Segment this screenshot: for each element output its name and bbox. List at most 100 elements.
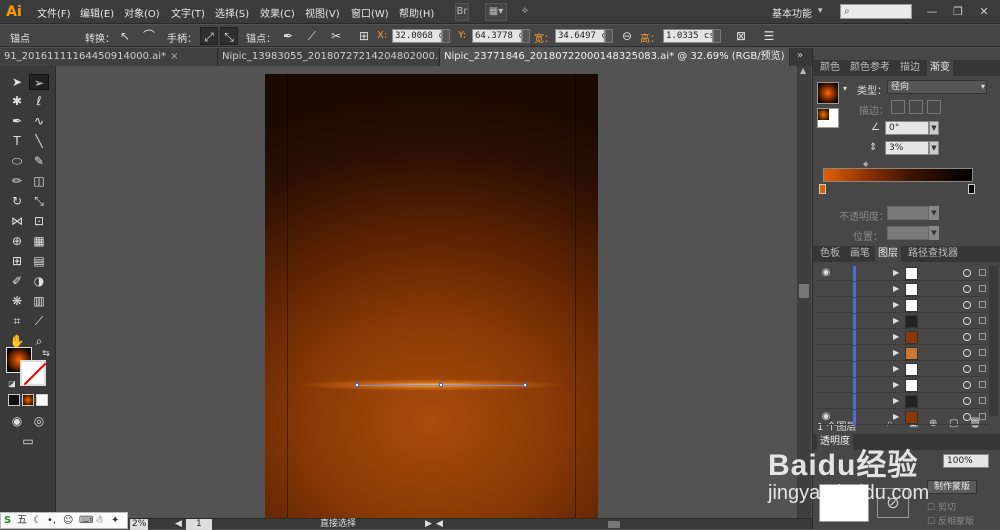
selection-indicator[interactable]: [979, 349, 986, 356]
chevron-down-icon[interactable]: ▼: [929, 226, 939, 240]
opacity-field[interactable]: [887, 206, 929, 220]
prev-artboard-icon[interactable]: ◀: [175, 519, 182, 530]
expand-arrow-icon[interactable]: ▶: [893, 396, 901, 406]
visibility-eye-icon[interactable]: [819, 283, 833, 295]
visibility-eye-icon[interactable]: [819, 363, 833, 375]
tab-gradient[interactable]: 渐变: [927, 60, 953, 76]
search-input[interactable]: ⌕: [840, 4, 912, 19]
height-field[interactable]: 1.0335 cs: [663, 29, 713, 43]
midpoint-marker-icon[interactable]: ◆: [863, 160, 868, 168]
menu-window[interactable]: 窗口(W): [351, 5, 389, 20]
layers-scrollbar[interactable]: [989, 266, 998, 416]
anchor-point[interactable]: [523, 383, 527, 387]
anchor-point[interactable]: [439, 383, 443, 387]
target-circle-icon[interactable]: [963, 381, 971, 389]
ime-mode[interactable]: 五: [17, 514, 27, 528]
tools-icon[interactable]: ✦: [111, 514, 119, 528]
layer-row[interactable]: ◉ ▶: [817, 410, 989, 425]
tab-swatches[interactable]: 色板: [817, 246, 843, 262]
panel-menu-icon[interactable]: ☰: [760, 27, 778, 45]
make-mask-button[interactable]: 制作蒙版: [927, 480, 977, 494]
menu-help[interactable]: 帮助(H): [399, 5, 434, 20]
close-icon[interactable]: ×: [789, 48, 790, 66]
clip-checkbox[interactable]: ☐ 剪切: [927, 500, 956, 513]
none-mode-icon[interactable]: [36, 394, 48, 406]
visibility-eye-icon[interactable]: [819, 379, 833, 391]
scroll-thumb[interactable]: [799, 284, 809, 298]
perspective-grid-icon[interactable]: ▦: [29, 233, 49, 249]
target-circle-icon[interactable]: [963, 365, 971, 373]
status-menu-icon[interactable]: ▶: [425, 519, 432, 530]
rotate-tool-icon[interactable]: ↻: [7, 193, 27, 209]
gpu-performance-icon[interactable]: ⟡: [515, 3, 535, 21]
target-circle-icon[interactable]: [963, 301, 971, 309]
zoom-level[interactable]: 2%: [130, 519, 149, 530]
hide-handles-icon[interactable]: ⤡: [220, 27, 238, 45]
hscroll-left-icon[interactable]: ◀: [436, 519, 443, 530]
hscroll-thumb[interactable]: [608, 521, 620, 528]
selection-indicator[interactable]: [979, 397, 986, 404]
target-circle-icon[interactable]: [963, 397, 971, 405]
tab-document-2[interactable]: Nipic_13983055_20180727214204802000.ai*×: [218, 48, 440, 66]
tab-pathfinder[interactable]: 路径查找器: [905, 246, 961, 262]
visibility-eye-icon[interactable]: [819, 331, 833, 343]
expand-arrow-icon[interactable]: ▶: [893, 300, 901, 310]
layer-row[interactable]: ▶: [817, 298, 989, 313]
layer-row[interactable]: ▶: [817, 362, 989, 377]
anchor-point[interactable]: [355, 383, 359, 387]
tab-layers[interactable]: 图层: [875, 246, 901, 262]
selection-indicator[interactable]: [979, 317, 986, 324]
keyboard-icon[interactable]: ⌨: [79, 514, 93, 528]
angle-field[interactable]: 0°: [885, 121, 929, 135]
draw-behind-icon[interactable]: ◎: [29, 413, 49, 429]
menu-effect[interactable]: 效果(C): [260, 5, 295, 20]
close-icon[interactable]: ✕: [974, 4, 994, 20]
width-tool-icon[interactable]: ⋈: [7, 213, 27, 229]
target-circle-icon[interactable]: [963, 333, 971, 341]
lasso-icon[interactable]: ℓ: [29, 93, 49, 109]
vertical-scrollbar[interactable]: ▲: [797, 66, 811, 518]
fill-stroke-mini-icon[interactable]: [817, 108, 839, 128]
selection-indicator[interactable]: [979, 301, 986, 308]
target-circle-icon[interactable]: [963, 285, 971, 293]
expand-arrow-icon[interactable]: ▶: [893, 268, 901, 278]
canvas[interactable]: [57, 66, 797, 519]
selection-indicator[interactable]: [979, 381, 986, 388]
maximize-icon[interactable]: ❐: [948, 4, 968, 20]
workspace-switcher[interactable]: 基本功能: [772, 5, 812, 20]
expand-arrow-icon[interactable]: ▶: [893, 284, 901, 294]
menu-file[interactable]: 文件(F): [37, 5, 71, 20]
gradient-slider[interactable]: [823, 168, 973, 182]
invert-mask-checkbox[interactable]: ☐ 反相蒙版: [927, 514, 974, 527]
visibility-eye-icon[interactable]: ◉: [819, 267, 833, 279]
ellipse-tool-icon[interactable]: ⬭: [7, 153, 27, 169]
tab-document-active[interactable]: Nipic_23771846_20180722000148325083.ai* …: [440, 48, 790, 66]
expand-arrow-icon[interactable]: ▶: [893, 412, 901, 422]
target-circle-icon[interactable]: [963, 413, 971, 421]
eyedropper-icon[interactable]: ✐: [7, 273, 27, 289]
convert-to-corner-icon[interactable]: ↖: [116, 27, 134, 45]
bridge-button[interactable]: Br: [455, 3, 469, 21]
eraser-icon[interactable]: ◫: [29, 173, 49, 189]
stroke-across-icon[interactable]: [927, 100, 941, 114]
tab-document-1[interactable]: 91_20161111164450914000.ai* ×: [0, 48, 218, 66]
close-icon[interactable]: ×: [170, 48, 178, 66]
show-handles-icon[interactable]: ⤢: [200, 27, 218, 45]
skin-icon[interactable]: ☃: [95, 514, 104, 528]
layer-row[interactable]: ▶: [817, 282, 989, 297]
chevron-down-icon[interactable]: ▼: [929, 206, 939, 220]
draw-mode-icon[interactable]: ◉: [7, 413, 27, 429]
default-fill-stroke-icon[interactable]: ◪: [2, 376, 22, 392]
gradient-stop[interactable]: [968, 184, 975, 194]
scale-tool-icon[interactable]: ⤡: [29, 193, 49, 209]
selection-indicator[interactable]: [979, 413, 986, 420]
target-circle-icon[interactable]: [963, 349, 971, 357]
width-spinner[interactable]: [605, 29, 613, 43]
free-transform-icon[interactable]: ⊡: [29, 213, 49, 229]
pen-tool-icon[interactable]: ✒: [7, 113, 27, 129]
line-tool-icon[interactable]: ╲: [29, 133, 49, 149]
layer-row[interactable]: ▶: [817, 346, 989, 361]
selection-indicator[interactable]: [979, 365, 986, 372]
gradient-stop[interactable]: [819, 184, 826, 194]
location-field[interactable]: [887, 226, 929, 240]
